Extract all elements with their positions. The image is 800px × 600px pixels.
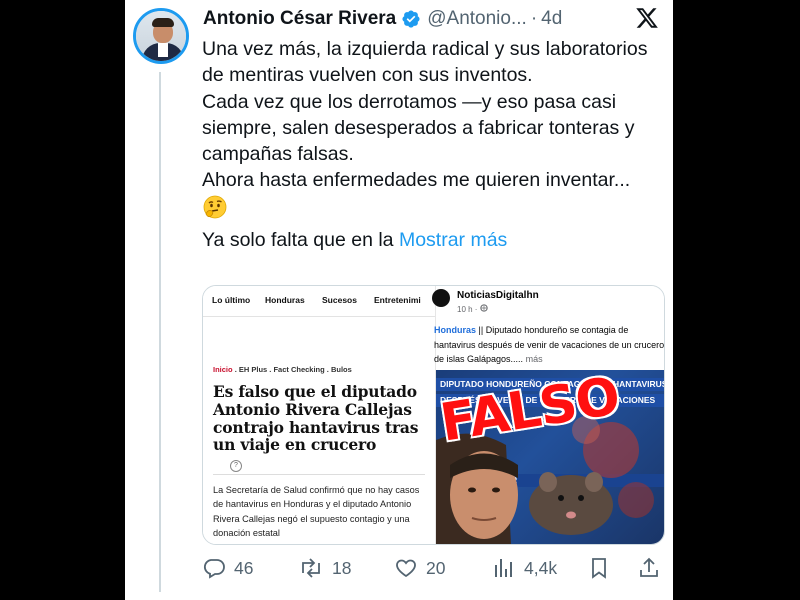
reply-button[interactable]: 46	[202, 554, 253, 582]
tweet-paragraph: Ya solo falta que en la	[202, 229, 394, 252]
breadcrumb-path: . EH Plus . Fact Checking . Bulos	[234, 365, 352, 374]
fb-more-link: más	[525, 354, 543, 364]
x-logo-icon[interactable]	[635, 6, 659, 30]
fb-time-text: 10 h ·	[457, 305, 478, 314]
views-button[interactable]: 4,4k	[492, 554, 557, 582]
page-avatar-icon	[432, 289, 450, 307]
tweet-paragraph: Una vez más, la izquierda radical y sus …	[202, 38, 648, 87]
repost-icon	[302, 558, 320, 578]
attached-image[interactable]: Lo último Honduras Sucesos Entretenimi I…	[202, 285, 665, 545]
globe-icon	[480, 304, 488, 312]
facebook-post-screenshot: NoticiasDigitalhn 10 h · Honduras || Dip…	[432, 286, 664, 544]
emoji-line	[202, 194, 657, 227]
views-icon	[495, 559, 512, 577]
tweet-paragraph: Ahora hasta enfermedades me quieren inve…	[202, 169, 631, 192]
nav-item: Honduras	[265, 295, 305, 305]
tweet-header: Antonio César Rivera @Antonio... · 4d	[203, 7, 562, 31]
show-more-link[interactable]: Mostrar más	[399, 229, 507, 251]
tweet-text: Una vez más, la izquierda radical y sus …	[202, 36, 657, 253]
author-handle[interactable]: @Antonio...	[427, 8, 527, 30]
dot-separator: ·	[530, 8, 538, 29]
article-breadcrumb: Inicio . EH Plus . Fact Checking . Bulos	[213, 365, 352, 374]
bookmark-button[interactable]	[587, 554, 619, 582]
tweet-paragraph: Cada vez que los derrotamos —y eso pasa …	[202, 90, 635, 166]
like-button[interactable]: 20	[394, 554, 445, 582]
reply-count: 46	[234, 557, 254, 578]
tweet-actions: 46 18 20 4,4k	[202, 554, 662, 582]
reply-icon	[203, 559, 225, 579]
article-screenshot: Lo último Honduras Sucesos Entretenimi I…	[203, 286, 436, 544]
article-title: Es falso que el diputado Antonio Rivera …	[213, 382, 419, 455]
verified-badge-icon	[401, 9, 421, 29]
fb-hashtag: Honduras	[434, 325, 477, 335]
author-name[interactable]: Antonio César Rivera	[203, 8, 396, 30]
avatar[interactable]	[133, 8, 189, 64]
share-button[interactable]	[637, 554, 669, 582]
article-nav: Lo último Honduras Sucesos Entretenimi	[203, 286, 435, 317]
views-count: 4,4k	[524, 557, 558, 578]
repost-button[interactable]: 18	[298, 554, 351, 582]
thinking-face-emoji-icon	[202, 194, 228, 227]
fb-post-time: 10 h ·	[457, 304, 488, 314]
like-count: 20	[426, 557, 446, 578]
fb-post-text: Honduras || Diputado hondureño se contag…	[434, 323, 664, 367]
tweet-last-line: Ya solo falta que en la Mostrar más	[202, 227, 657, 253]
article-body: La Secretaría de Salud confirmó que no h…	[213, 485, 420, 538]
divider	[213, 474, 425, 475]
tweet-card: Antonio César Rivera @Antonio... · 4d Un…	[125, 0, 673, 600]
fb-post-photo: DIPUTADO HONDUREÑO CONTAGIO CON HANTAVIR…	[436, 370, 664, 544]
bookmark-icon	[592, 558, 606, 579]
post-time[interactable]: 4d	[541, 8, 562, 30]
question-icon: ?	[230, 460, 242, 472]
nav-item: Entretenimi	[374, 295, 421, 305]
thread-line	[159, 72, 161, 592]
breadcrumb-home: Inicio	[213, 365, 233, 374]
nav-item: Sucesos	[322, 295, 357, 305]
nav-item: Lo último	[212, 295, 251, 305]
heart-icon	[396, 559, 416, 578]
repost-count: 18	[332, 557, 352, 578]
fb-page-name: NoticiasDigitalhn	[457, 290, 539, 301]
share-icon	[640, 557, 658, 577]
